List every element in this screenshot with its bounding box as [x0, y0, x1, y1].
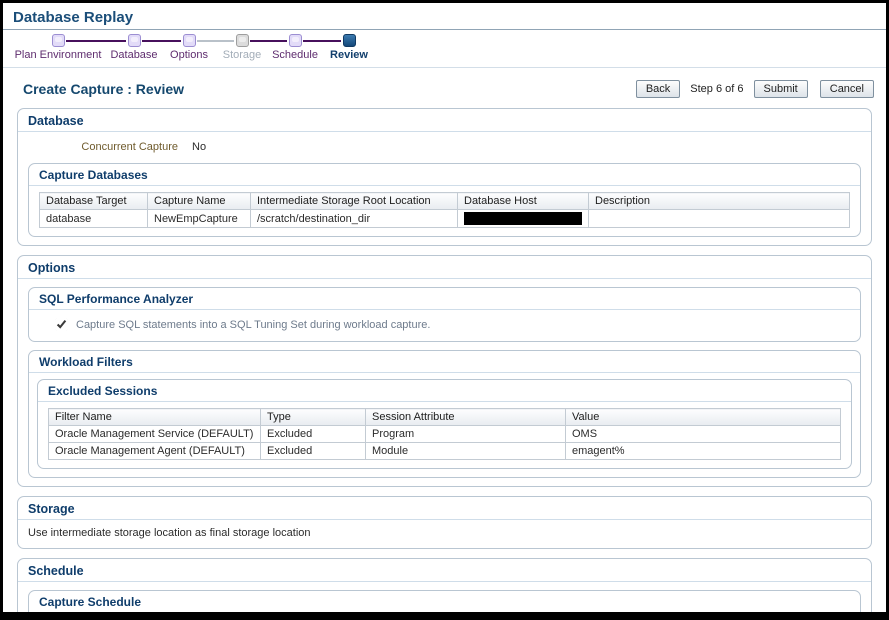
excluded-sessions-box: Excluded Sessions Filter Name Type Sessi…: [37, 379, 852, 469]
cell-filter-name: Oracle Management Agent (DEFAULT): [49, 443, 261, 460]
cell-filter-name: Oracle Management Service (DEFAULT): [49, 426, 261, 443]
column-header: Session Attribute: [366, 409, 566, 426]
cell-database-target: database: [40, 210, 148, 228]
storage-section-title: Storage: [18, 497, 871, 520]
schedule-section: Schedule Capture Schedule Start Immediat…: [17, 558, 872, 612]
workload-filters-title: Workload Filters: [29, 351, 860, 373]
column-header: Value: [566, 409, 841, 426]
column-header: Description: [589, 193, 850, 210]
redacted-database-host: [464, 212, 582, 225]
page-title: Create Capture : Review: [23, 81, 184, 97]
column-header: Intermediate Storage Root Location: [251, 193, 458, 210]
options-section-title: Options: [18, 256, 871, 279]
step-indicator: Step 6 of 6: [687, 83, 746, 95]
cell-session-attribute: Module: [366, 443, 566, 460]
app-title: Database Replay: [13, 9, 133, 26]
table-row: database NewEmpCapture /scratch/destinat…: [40, 210, 850, 228]
excluded-sessions-table: Filter Name Type Session Attribute Value…: [48, 408, 841, 460]
workload-filters-box: Workload Filters Excluded Sessions Filte…: [28, 350, 861, 478]
column-header: Type: [261, 409, 366, 426]
column-header: Database Target: [40, 193, 148, 210]
cell-value: OMS: [566, 426, 841, 443]
spa-title: SQL Performance Analyzer: [29, 288, 860, 310]
capture-sql-checkbox-row: Capture SQL statements into a SQL Tuning…: [29, 310, 860, 335]
column-header: Capture Name: [148, 193, 251, 210]
action-row: Create Capture : Review Back Step 6 of 6…: [3, 68, 886, 108]
cell-storage-location: /scratch/destination_dir: [251, 210, 458, 228]
database-replay-page: Database Replay Plan Environment Databas…: [3, 3, 886, 612]
storage-text: Use intermediate storage location as fin…: [18, 520, 871, 540]
capture-schedule-title: Capture Schedule: [29, 591, 860, 612]
step-icon-plan-environment: [52, 34, 65, 47]
cell-type: Excluded: [261, 443, 366, 460]
capture-schedule-box: Capture Schedule Start Immediately Durat…: [28, 590, 861, 612]
cell-session-attribute: Program: [366, 426, 566, 443]
sql-performance-analyzer-box: SQL Performance Analyzer Capture SQL sta…: [28, 287, 861, 342]
cell-value: emagent%: [566, 443, 841, 460]
train-step-review[interactable]: Review: [289, 30, 409, 61]
column-header: Filter Name: [49, 409, 261, 426]
step-icon-review: [343, 34, 356, 47]
cell-type: Excluded: [261, 426, 366, 443]
wizard-train: Plan Environment Database Options Storag…: [3, 30, 886, 68]
step-label: Review: [289, 49, 409, 61]
storage-section: Storage Use intermediate storage locatio…: [17, 496, 872, 549]
cancel-button[interactable]: Cancel: [820, 80, 874, 98]
app-header: Database Replay: [3, 3, 886, 30]
table-row: Oracle Management Agent (DEFAULT) Exclud…: [49, 443, 841, 460]
schedule-section-title: Schedule: [18, 559, 871, 582]
concurrent-capture-value: No: [192, 141, 206, 153]
capture-sql-checkbox[interactable]: [55, 318, 68, 331]
column-header: Database Host: [458, 193, 589, 210]
back-button[interactable]: Back: [636, 80, 680, 98]
database-section-title: Database: [18, 109, 871, 132]
concurrent-capture-row: Concurrent Capture No: [18, 132, 871, 163]
excluded-sessions-title: Excluded Sessions: [38, 380, 851, 402]
submit-button[interactable]: Submit: [754, 80, 808, 98]
database-section: Database Concurrent Capture No Capture D…: [17, 108, 872, 246]
capture-databases-table: Database Target Capture Name Intermediat…: [39, 192, 850, 228]
capture-sql-checkbox-label: Capture SQL statements into a SQL Tuning…: [76, 319, 430, 331]
concurrent-capture-label: Concurrent Capture: [18, 141, 178, 153]
capture-databases-title: Capture Databases: [29, 164, 860, 186]
cell-capture-name: NewEmpCapture: [148, 210, 251, 228]
table-row: Oracle Management Service (DEFAULT) Excl…: [49, 426, 841, 443]
window-frame: Database Replay Plan Environment Databas…: [0, 0, 889, 620]
cell-database-host: [458, 210, 589, 228]
options-section: Options SQL Performance Analyzer Capture…: [17, 255, 872, 487]
cell-description: [589, 210, 850, 228]
capture-databases-box: Capture Databases Database Target Captur…: [28, 163, 861, 237]
